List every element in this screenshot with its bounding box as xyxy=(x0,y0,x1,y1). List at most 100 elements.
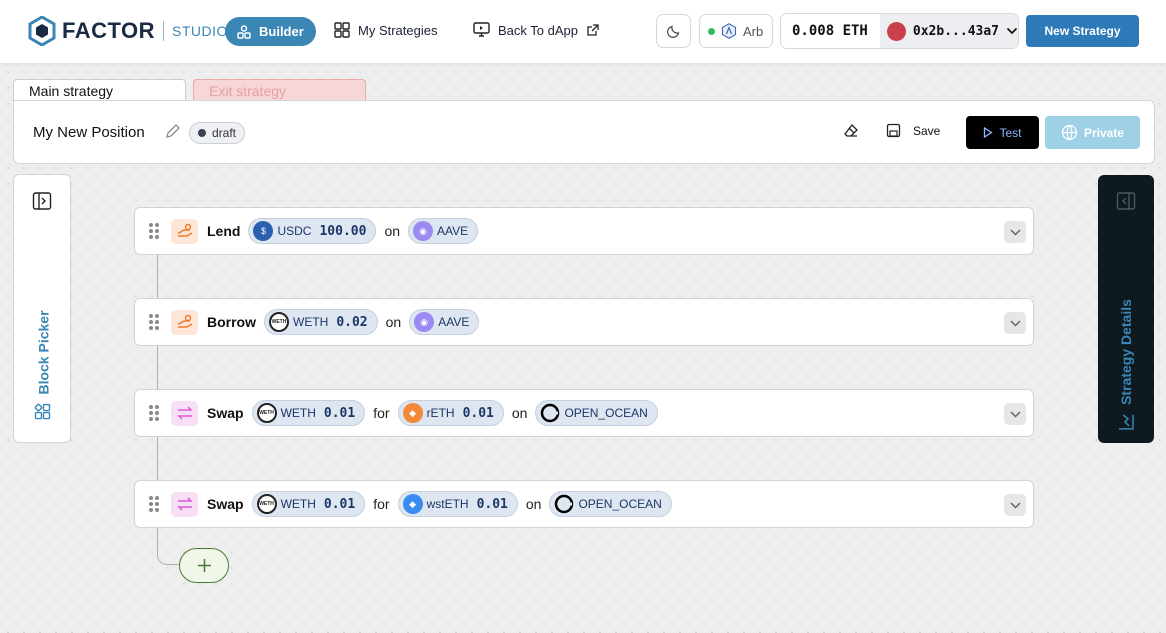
wallet-widget[interactable]: 0.008 ETH 0x2b...43a7 xyxy=(780,13,1019,49)
blocks-icon xyxy=(34,403,51,420)
expand-block-button[interactable] xyxy=(1004,494,1026,516)
external-link-icon xyxy=(587,23,599,36)
status-dot xyxy=(198,129,206,137)
token-amount: 0.01 xyxy=(323,496,356,512)
block-picker-panel[interactable]: Block Picker xyxy=(13,174,71,443)
factor-logo-icon xyxy=(28,16,56,46)
protocol-pill[interactable]: OPEN_OCEAN xyxy=(549,491,672,517)
factor-logo[interactable]: FACTOR STUDIO xyxy=(28,16,228,46)
wallet-balance: 0.008 ETH xyxy=(792,23,868,39)
private-button[interactable]: Private xyxy=(1045,116,1140,149)
test-button[interactable]: Test xyxy=(966,116,1039,149)
logo-subtitle: STUDIO xyxy=(172,23,228,39)
token-amount: 0.01 xyxy=(476,496,508,512)
eraser-icon[interactable] xyxy=(843,123,859,139)
strategy-details-panel[interactable]: Strategy Details xyxy=(1098,175,1154,443)
strategy-title-bar: My New Position draft Save Test Private xyxy=(13,100,1155,164)
moon-icon xyxy=(666,25,679,38)
arbitrum-icon xyxy=(721,23,737,39)
connector-word: for xyxy=(373,496,390,512)
status-text: draft xyxy=(212,126,237,140)
wallet-address-button[interactable]: 0x2b...43a7 xyxy=(879,14,1018,48)
strategy-block-swap[interactable]: Swap WETH WETH 0.01 for ◆ wstETH 0.01 on… xyxy=(134,480,1034,528)
token-symbol: rETH xyxy=(426,406,455,420)
blocks-icon xyxy=(237,24,251,39)
panel-expand-icon[interactable] xyxy=(32,191,52,211)
nav-back-to-dapp[interactable]: Back To dApp xyxy=(473,22,599,38)
token-symbol: WETH xyxy=(280,406,316,420)
connector-word: for xyxy=(373,405,390,421)
test-label: Test xyxy=(999,125,1022,140)
protocol-name: OPEN_OCEAN xyxy=(578,497,662,511)
wallet-address: 0x2b...43a7 xyxy=(912,23,999,39)
token-amount-pill[interactable]: WETH WETH 0.01 xyxy=(251,491,366,517)
drag-handle-icon[interactable] xyxy=(149,496,159,512)
strategy-block-swap[interactable]: Swap WETH WETH 0.01 for ◆ rETH 0.01 on O… xyxy=(134,389,1034,437)
pencil-icon[interactable] xyxy=(164,123,181,140)
connector-word: on xyxy=(525,496,542,512)
nav-back-label: Back To dApp xyxy=(498,22,578,38)
plus-icon xyxy=(197,559,211,572)
drag-handle-icon[interactable] xyxy=(149,314,159,330)
protocol-pill[interactable]: OPEN_OCEAN xyxy=(535,400,658,426)
save-button[interactable]: Save xyxy=(886,123,940,138)
save-icon xyxy=(886,123,901,138)
network-selector[interactable]: Arb xyxy=(699,14,773,48)
protocol-pill[interactable]: ◉ AAVE xyxy=(409,309,480,335)
drag-handle-icon[interactable] xyxy=(149,405,159,421)
expand-block-button[interactable] xyxy=(1004,403,1026,425)
nav-my-strategies-label: My Strategies xyxy=(358,22,438,38)
protocol-name: AAVE xyxy=(438,315,470,329)
usdc-icon: $ xyxy=(253,221,274,241)
add-block-button[interactable] xyxy=(179,548,229,583)
nav-my-strategies[interactable]: My Strategies xyxy=(334,22,437,38)
open-ocean-icon xyxy=(555,494,574,514)
tab-exit-strategy[interactable]: Exit strategy xyxy=(193,79,366,101)
block-picker-label-group: Block Picker xyxy=(34,310,52,420)
reth-icon: ◆ xyxy=(402,403,423,423)
panel-collapse-icon[interactable] xyxy=(1116,191,1136,211)
expand-block-button[interactable] xyxy=(1004,221,1026,243)
block-action: Swap xyxy=(207,405,244,421)
swap-icon xyxy=(171,400,198,426)
connector-word: on xyxy=(511,405,528,421)
connector-word: on xyxy=(384,223,401,239)
drag-handle-icon[interactable] xyxy=(149,223,159,239)
strategy-block-borrow[interactable]: Borrow WETH WETH 0.02 on ◉ AAVE xyxy=(134,298,1034,346)
token-symbol: WETH xyxy=(280,497,316,511)
monitor-icon xyxy=(473,22,490,37)
tab-main-strategy[interactable]: Main strategy xyxy=(13,79,186,101)
expand-block-button[interactable] xyxy=(1004,312,1026,334)
token-symbol: USDC xyxy=(277,224,312,238)
chevron-down-icon xyxy=(1009,501,1021,509)
strategy-block-lend[interactable]: Lend $ USDC 100.00 on ◉ AAVE xyxy=(134,207,1034,255)
chart-icon xyxy=(1119,414,1134,430)
network-status-dot xyxy=(708,27,715,35)
save-label: Save xyxy=(913,123,941,138)
nav-builder[interactable]: Builder xyxy=(225,17,316,46)
protocol-name: AAVE xyxy=(437,224,469,238)
top-header: FACTOR STUDIO Builder My Strategies Back… xyxy=(0,0,1166,64)
token-amount: 0.02 xyxy=(336,314,368,330)
avatar xyxy=(886,21,906,41)
token-amount-pill[interactable]: $ USDC 100.00 xyxy=(248,218,377,244)
nav-builder-label: Builder xyxy=(259,24,304,39)
token-amount-pill[interactable]: WETH WETH 0.01 xyxy=(251,400,366,426)
theme-toggle-button[interactable] xyxy=(656,14,691,48)
token-amount-pill[interactable]: ◆ rETH 0.01 xyxy=(397,400,504,426)
weth-icon: WETH xyxy=(269,312,289,332)
token-amount-pill[interactable]: WETH WETH 0.02 xyxy=(264,309,378,335)
grid-icon xyxy=(334,22,350,38)
network-name: Arb xyxy=(743,23,764,39)
swap-icon xyxy=(171,491,198,517)
block-action: Lend xyxy=(207,223,241,239)
protocol-pill[interactable]: ◉ AAVE xyxy=(408,218,479,244)
token-amount: 0.01 xyxy=(323,405,356,421)
new-strategy-button[interactable]: New Strategy xyxy=(1026,15,1139,47)
chevron-down-icon xyxy=(1009,228,1021,236)
block-picker-label: Block Picker xyxy=(35,310,51,395)
logo-text: FACTOR xyxy=(62,18,156,43)
token-amount-pill[interactable]: ◆ wstETH 0.01 xyxy=(397,491,518,517)
aave-icon: ◉ xyxy=(413,221,434,241)
chevron-down-icon xyxy=(1009,410,1021,418)
